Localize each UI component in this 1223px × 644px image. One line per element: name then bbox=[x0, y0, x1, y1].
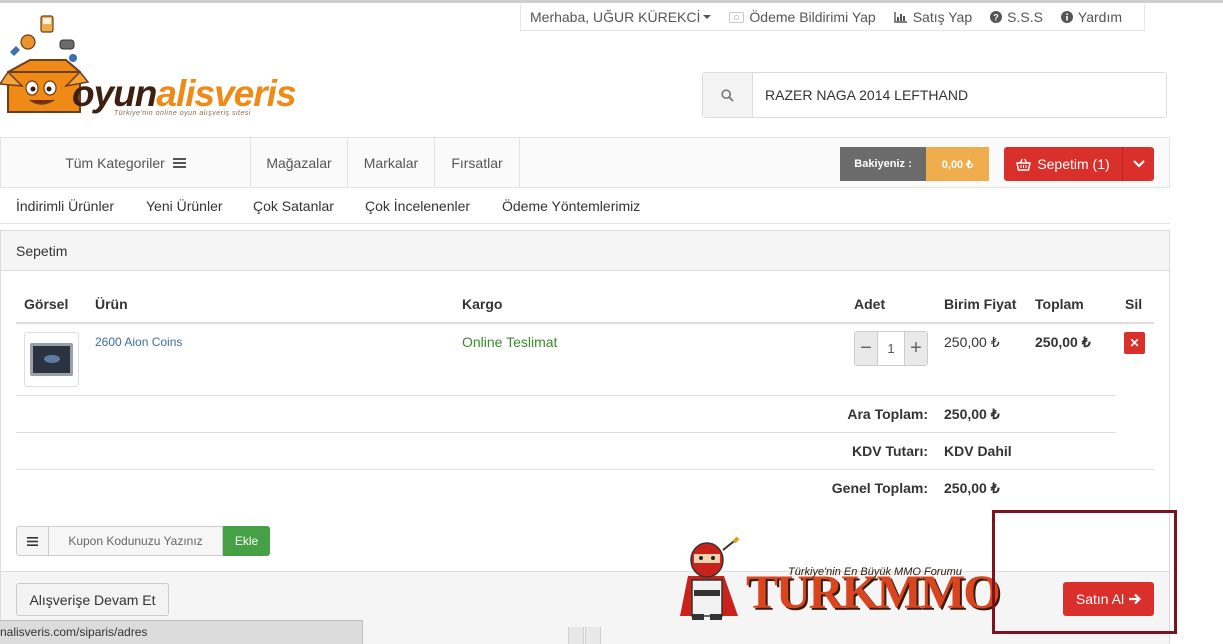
search-icon bbox=[721, 88, 734, 102]
all-categories-label: Tüm Kategoriler bbox=[65, 154, 165, 171]
plus-icon: + bbox=[910, 337, 922, 359]
close-icon: ✕ bbox=[1129, 336, 1140, 350]
question-circle-icon: ? bbox=[990, 11, 1003, 23]
site-logo[interactable]: oyunalisveris Türkiye'nin online oyun al… bbox=[0, 12, 320, 124]
cart-label: Sepetim (1) bbox=[1037, 156, 1110, 172]
unit-price: 250,00 ₺ bbox=[944, 334, 1000, 350]
row-divider bbox=[16, 395, 1116, 396]
coupon-menu-button[interactable] bbox=[16, 526, 49, 556]
col-image: Görsel bbox=[24, 296, 69, 312]
quantity-stepper: − 1 + bbox=[854, 331, 928, 366]
payment-notice-label: Ödeme Bildirimi Yap bbox=[749, 9, 876, 25]
watermark-tagline: Türkiye'nin En Büyük MMO Forumu bbox=[788, 566, 962, 578]
nav-deals[interactable]: Fırsatlar bbox=[435, 138, 520, 187]
vat-value: KDV Dahil bbox=[944, 443, 1012, 459]
secondary-nav: İndirimli Ürünler Yeni Ürünler Çok Satan… bbox=[0, 188, 1170, 224]
nav-brands-label: Markalar bbox=[363, 154, 419, 171]
browser-status-bar: nalisveris.com/siparis/adres bbox=[0, 620, 363, 644]
col-total: Toplam bbox=[1035, 296, 1084, 312]
balance-value: 0,00 ₺ bbox=[926, 147, 989, 181]
col-unit-price: Birim Fiyat bbox=[944, 296, 1017, 312]
col-product: Ürün bbox=[95, 296, 128, 312]
quantity-increase-button[interactable]: + bbox=[905, 332, 927, 365]
balance-display: Bakiyeniz : 0,00 ₺ bbox=[840, 147, 989, 181]
quantity-decrease-button[interactable]: − bbox=[855, 332, 877, 365]
faq-link[interactable]: ? S.S.S bbox=[981, 9, 1052, 25]
coupon-group: Kupon Kodunuzu Yazınız Ekle bbox=[16, 526, 270, 556]
delete-item-button[interactable]: ✕ bbox=[1124, 332, 1145, 354]
basket-icon bbox=[1016, 158, 1032, 171]
faq-label: S.S.S bbox=[1007, 9, 1043, 25]
cart-button-group: Sepetim (1) bbox=[1004, 147, 1154, 181]
quantity-value[interactable]: 1 bbox=[877, 332, 905, 365]
cart-panel-title: Sepetim bbox=[1, 231, 1169, 271]
product-shipping: Online Teslimat bbox=[462, 334, 558, 350]
line-total: 250,00 ₺ bbox=[1035, 334, 1091, 350]
sell-label: Satış Yap bbox=[912, 9, 973, 25]
balance-label: Bakiyeniz : bbox=[840, 147, 926, 181]
user-greeting: Merhaba, UĞUR KÜREKCİ bbox=[530, 9, 701, 25]
svg-text:?: ? bbox=[993, 13, 999, 23]
col-delete: Sil bbox=[1125, 296, 1143, 312]
top-utility-bar: Merhaba, UĞUR KÜREKCİ Ödeme Bildirimi Ya… bbox=[520, 4, 1145, 31]
search-button[interactable] bbox=[703, 73, 753, 117]
subtotal-value: 250,00 ₺ bbox=[944, 406, 1000, 422]
subnav-payment-methods[interactable]: Ödeme Yöntemlerimiz bbox=[502, 198, 640, 214]
chevron-down-icon bbox=[1132, 160, 1145, 168]
grand-total-value: 250,00 ₺ bbox=[944, 480, 1000, 496]
table-header-divider bbox=[16, 322, 1154, 324]
col-quantity: Adet bbox=[854, 296, 886, 312]
bar-chart-icon bbox=[894, 11, 908, 23]
top-accent-line bbox=[0, 0, 1223, 3]
list-icon bbox=[27, 536, 38, 546]
subnav-new[interactable]: Yeni Ürünler bbox=[146, 198, 223, 214]
logo-part2: alisveris bbox=[156, 73, 296, 114]
info-circle-icon bbox=[1060, 11, 1073, 23]
product-name-link[interactable]: 2600 Aion Coins bbox=[95, 335, 182, 349]
highlight-box bbox=[992, 510, 1177, 634]
coupon-add-button[interactable]: Ekle bbox=[223, 526, 270, 556]
nav-brands[interactable]: Markalar bbox=[348, 138, 435, 187]
subnav-discounted[interactable]: İndirimli Ürünler bbox=[16, 198, 114, 214]
subnav-most-reviewed[interactable]: Çok İncelenenler bbox=[365, 198, 470, 214]
continue-shopping-button[interactable]: Alışverişe Devam Et bbox=[16, 583, 169, 616]
caret-down-icon bbox=[703, 15, 712, 19]
product-thumbnail[interactable] bbox=[24, 332, 79, 387]
nav-deals-label: Fırsatlar bbox=[451, 154, 503, 171]
all-categories-button[interactable]: Tüm Kategoriler bbox=[1, 138, 251, 187]
search-input[interactable] bbox=[753, 73, 1166, 117]
money-icon bbox=[729, 11, 745, 23]
nav-stores[interactable]: Mağazalar bbox=[251, 138, 348, 187]
help-label: Yardım bbox=[1077, 9, 1123, 25]
minus-icon: − bbox=[860, 337, 872, 359]
ninja-mascot-icon bbox=[680, 536, 740, 620]
user-greeting-menu[interactable]: Merhaba, UĞUR KÜREKCİ bbox=[521, 9, 720, 25]
logo-tagline: Türkiye'nin online oyun alışveriş sitesi bbox=[114, 110, 251, 117]
grand-total-label: Genel Toplam: bbox=[831, 480, 928, 496]
payment-notice-link[interactable]: Ödeme Bildirimi Yap bbox=[720, 9, 884, 25]
logo-wordmark: oyunalisveris bbox=[72, 73, 297, 114]
subnav-bestsellers[interactable]: Çok Satanlar bbox=[253, 198, 334, 214]
sell-link[interactable]: Satış Yap bbox=[885, 9, 981, 25]
summary-divider-2 bbox=[16, 469, 1154, 470]
col-shipping: Kargo bbox=[462, 296, 503, 312]
cart-button[interactable]: Sepetim (1) bbox=[1004, 147, 1123, 181]
nav-stores-label: Mağazalar bbox=[266, 154, 332, 171]
subtotal-label: Ara Toplam: bbox=[847, 406, 928, 422]
help-link[interactable]: Yardım bbox=[1052, 9, 1131, 25]
hamburger-icon bbox=[172, 157, 186, 168]
main-nav: Tüm Kategoriler Mağazalar Markalar Fırsa… bbox=[0, 137, 1170, 188]
coupon-input[interactable]: Kupon Kodunuzu Yazınız bbox=[49, 526, 223, 556]
bottom-separator-2 bbox=[585, 627, 601, 644]
search-box bbox=[702, 72, 1167, 118]
summary-divider-1 bbox=[16, 432, 1116, 433]
bottom-separator-1 bbox=[568, 627, 584, 644]
cart-dropdown-toggle[interactable] bbox=[1123, 147, 1154, 181]
vat-label: KDV Tutarı: bbox=[852, 443, 928, 459]
logo-part1: oyun bbox=[72, 73, 157, 114]
product-image bbox=[30, 343, 73, 376]
